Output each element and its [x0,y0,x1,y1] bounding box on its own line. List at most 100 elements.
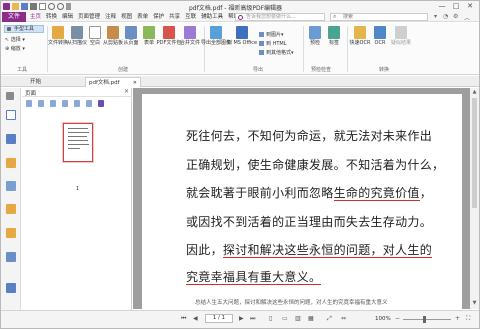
from-page-button[interactable]: 从页面 [122,26,140,46]
tab-comment[interactable]: 注释 [105,12,116,22]
save-icon[interactable] [21,3,28,10]
fit-page-icon[interactable]: ⤢ [327,315,332,323]
scanner-button[interactable]: 从扫描仪 [67,26,87,46]
collapse-ribbon-icon[interactable]: ︿ [464,13,470,22]
tab-document[interactable]: pdf文档.pdf ✕ [85,77,141,87]
extract-page-icon[interactable] [86,100,92,107]
tab-page-manage[interactable]: 页面管理 [78,12,100,22]
customize-icon[interactable] [66,3,71,10]
suspect-results-button[interactable]: 疑似结果 [391,26,411,46]
page-number-input[interactable]: 1 / 1 [205,314,233,323]
tab-edit[interactable]: 编辑 [62,12,73,22]
scroll-up-icon[interactable]: ▲ [471,89,478,95]
redo-icon[interactable] [57,3,64,10]
close-tab-icon[interactable]: ✕ [133,78,137,88]
panel-options-icon[interactable] [98,100,104,107]
scrollbar-thumb[interactable] [472,98,477,208]
page-thumbnails-icon[interactable] [6,110,16,120]
insert-page-icon[interactable] [50,100,56,107]
page-caption: 总结人生五大问题，探讨和解决这些永恒的问题，对人生的究竟幸福有重大意义 [195,300,388,306]
to-office-button[interactable]: 到 MS Office [227,26,257,46]
hand-tool-button[interactable]: 手型工具 [4,25,44,33]
next-page-icon[interactable]: ▶ [239,315,244,322]
text-line: 正确规划，使生命健康发展。不知活着为什么， [186,158,445,172]
scroll-down-icon[interactable]: ▼ [471,300,478,306]
to-html-button[interactable]: 到 HTML [259,40,287,47]
fullscreen-icon[interactable]: ⛶ [466,315,470,323]
tab-connect[interactable]: 互联 [185,12,196,22]
page-thumbnail[interactable] [63,123,93,162]
zoom-in-icon[interactable]: + [455,315,460,322]
continuous-view-icon[interactable]: ▭ [282,315,288,322]
tab-share[interactable]: 共享 [169,12,180,22]
tab-protect[interactable]: 保护 [153,12,164,22]
form-button[interactable]: 表单 [140,26,158,46]
notification-icon[interactable]: ◔ [443,13,448,21]
zoom-out-icon[interactable]: − [395,315,400,322]
lock-icon[interactable] [6,228,16,238]
to-html-label: 到 HTML [266,41,287,47]
export-images-button[interactable]: 导出全部图像 [201,26,231,46]
open-icon[interactable] [12,3,19,10]
document-tab-label: pdf文档.pdf [89,80,120,86]
continuous-facing-view-icon[interactable]: ▦ [308,315,314,322]
tell-me-input[interactable]: 告诉我您想要做什么... [235,13,325,21]
reduce-thumb-icon[interactable] [38,100,44,107]
new-icon[interactable] [39,3,46,10]
pdf-page[interactable]: 死往何去，不知何为命运，就无法对未来作出 正确规划，使生命健康发展。不知活着为什… [142,94,462,309]
zoom-tool-button[interactable]: ⊕ 缩放 ▾ [5,45,25,52]
print-icon[interactable] [30,3,37,10]
minimize-button[interactable]: — [435,1,449,12]
panel-header: 页面 ✕ [22,88,132,97]
content-icon[interactable] [6,252,16,262]
blank-button[interactable]: 空白 [86,26,104,46]
file-menu-button[interactable]: 文件 [2,12,26,22]
zoom-slider[interactable] [403,316,451,323]
fit-width-icon[interactable]: ⇔ [341,315,346,322]
facing-view-icon[interactable]: ▥ [295,315,301,322]
from-clipboard-button[interactable]: 从剪贴板 [103,26,123,46]
tab-accessibility[interactable]: 辅助工具 [201,12,223,22]
text-line: 因此，探讨和解决这些永恒的问题，对人生的 [186,243,433,258]
fast-ocr-button[interactable]: 快速OCR [350,26,370,46]
last-page-icon[interactable]: ⏭ [250,315,255,323]
tab-home[interactable]: 主页 [30,12,41,22]
preflight-button[interactable]: 预检 [306,26,324,46]
hand-icon[interactable] [6,92,14,100]
rotate-page-icon[interactable] [74,100,80,107]
tab-view[interactable]: 视图 [121,12,132,22]
merge-files-button[interactable]: 合并文件 [180,26,200,46]
search-input[interactable]: ⌕ 搜索 [330,13,428,21]
zoom-slider-handle[interactable] [423,316,426,323]
close-panel-icon[interactable]: ✕ [124,88,129,95]
tag-button[interactable]: 标签 [325,26,343,46]
enlarge-thumb-icon[interactable] [26,100,32,107]
ocr-button[interactable]: OCR [371,26,389,46]
layers-icon[interactable] [6,158,16,168]
first-page-icon[interactable]: ⏮ [181,315,186,323]
tab-form[interactable]: 表单 [137,12,148,22]
single-page-view-icon[interactable]: ▯ [269,315,272,322]
merge-icon [184,26,196,39]
to-other-button[interactable]: 到其他格式 ▾ [259,49,294,56]
delete-page-icon[interactable] [62,100,68,107]
comment-icon[interactable] [6,204,16,214]
file-convert-button[interactable]: 文件转换 [48,26,68,46]
select-tool-button[interactable]: ↖ 选择 ▾ [5,36,25,43]
underlined-text: 究竟幸福具有重大意义。 [186,270,322,285]
close-button[interactable]: ✕ [463,1,477,12]
settings-icon[interactable]: ⚙ [453,13,458,21]
undo-icon[interactable] [48,3,55,10]
pdf-package-button[interactable]: PDF文件包 [157,26,181,46]
tab-convert[interactable]: 转换 [46,12,57,22]
search-options-icon[interactable]: ▾ [434,13,437,21]
tag-panel-icon[interactable] [6,283,16,293]
tab-start[interactable]: 开始 [27,77,69,87]
attachment-icon[interactable] [6,181,16,191]
maximize-button[interactable]: □ [449,1,463,12]
previous-page-icon[interactable]: ◀ [193,315,198,322]
to-image-button[interactable]: 到图片 ▾ [259,31,284,38]
vertical-scrollbar[interactable]: ▲ ▼ [470,88,479,309]
bookmark-icon[interactable] [6,134,16,144]
zoom-level[interactable]: 100% [375,316,391,322]
